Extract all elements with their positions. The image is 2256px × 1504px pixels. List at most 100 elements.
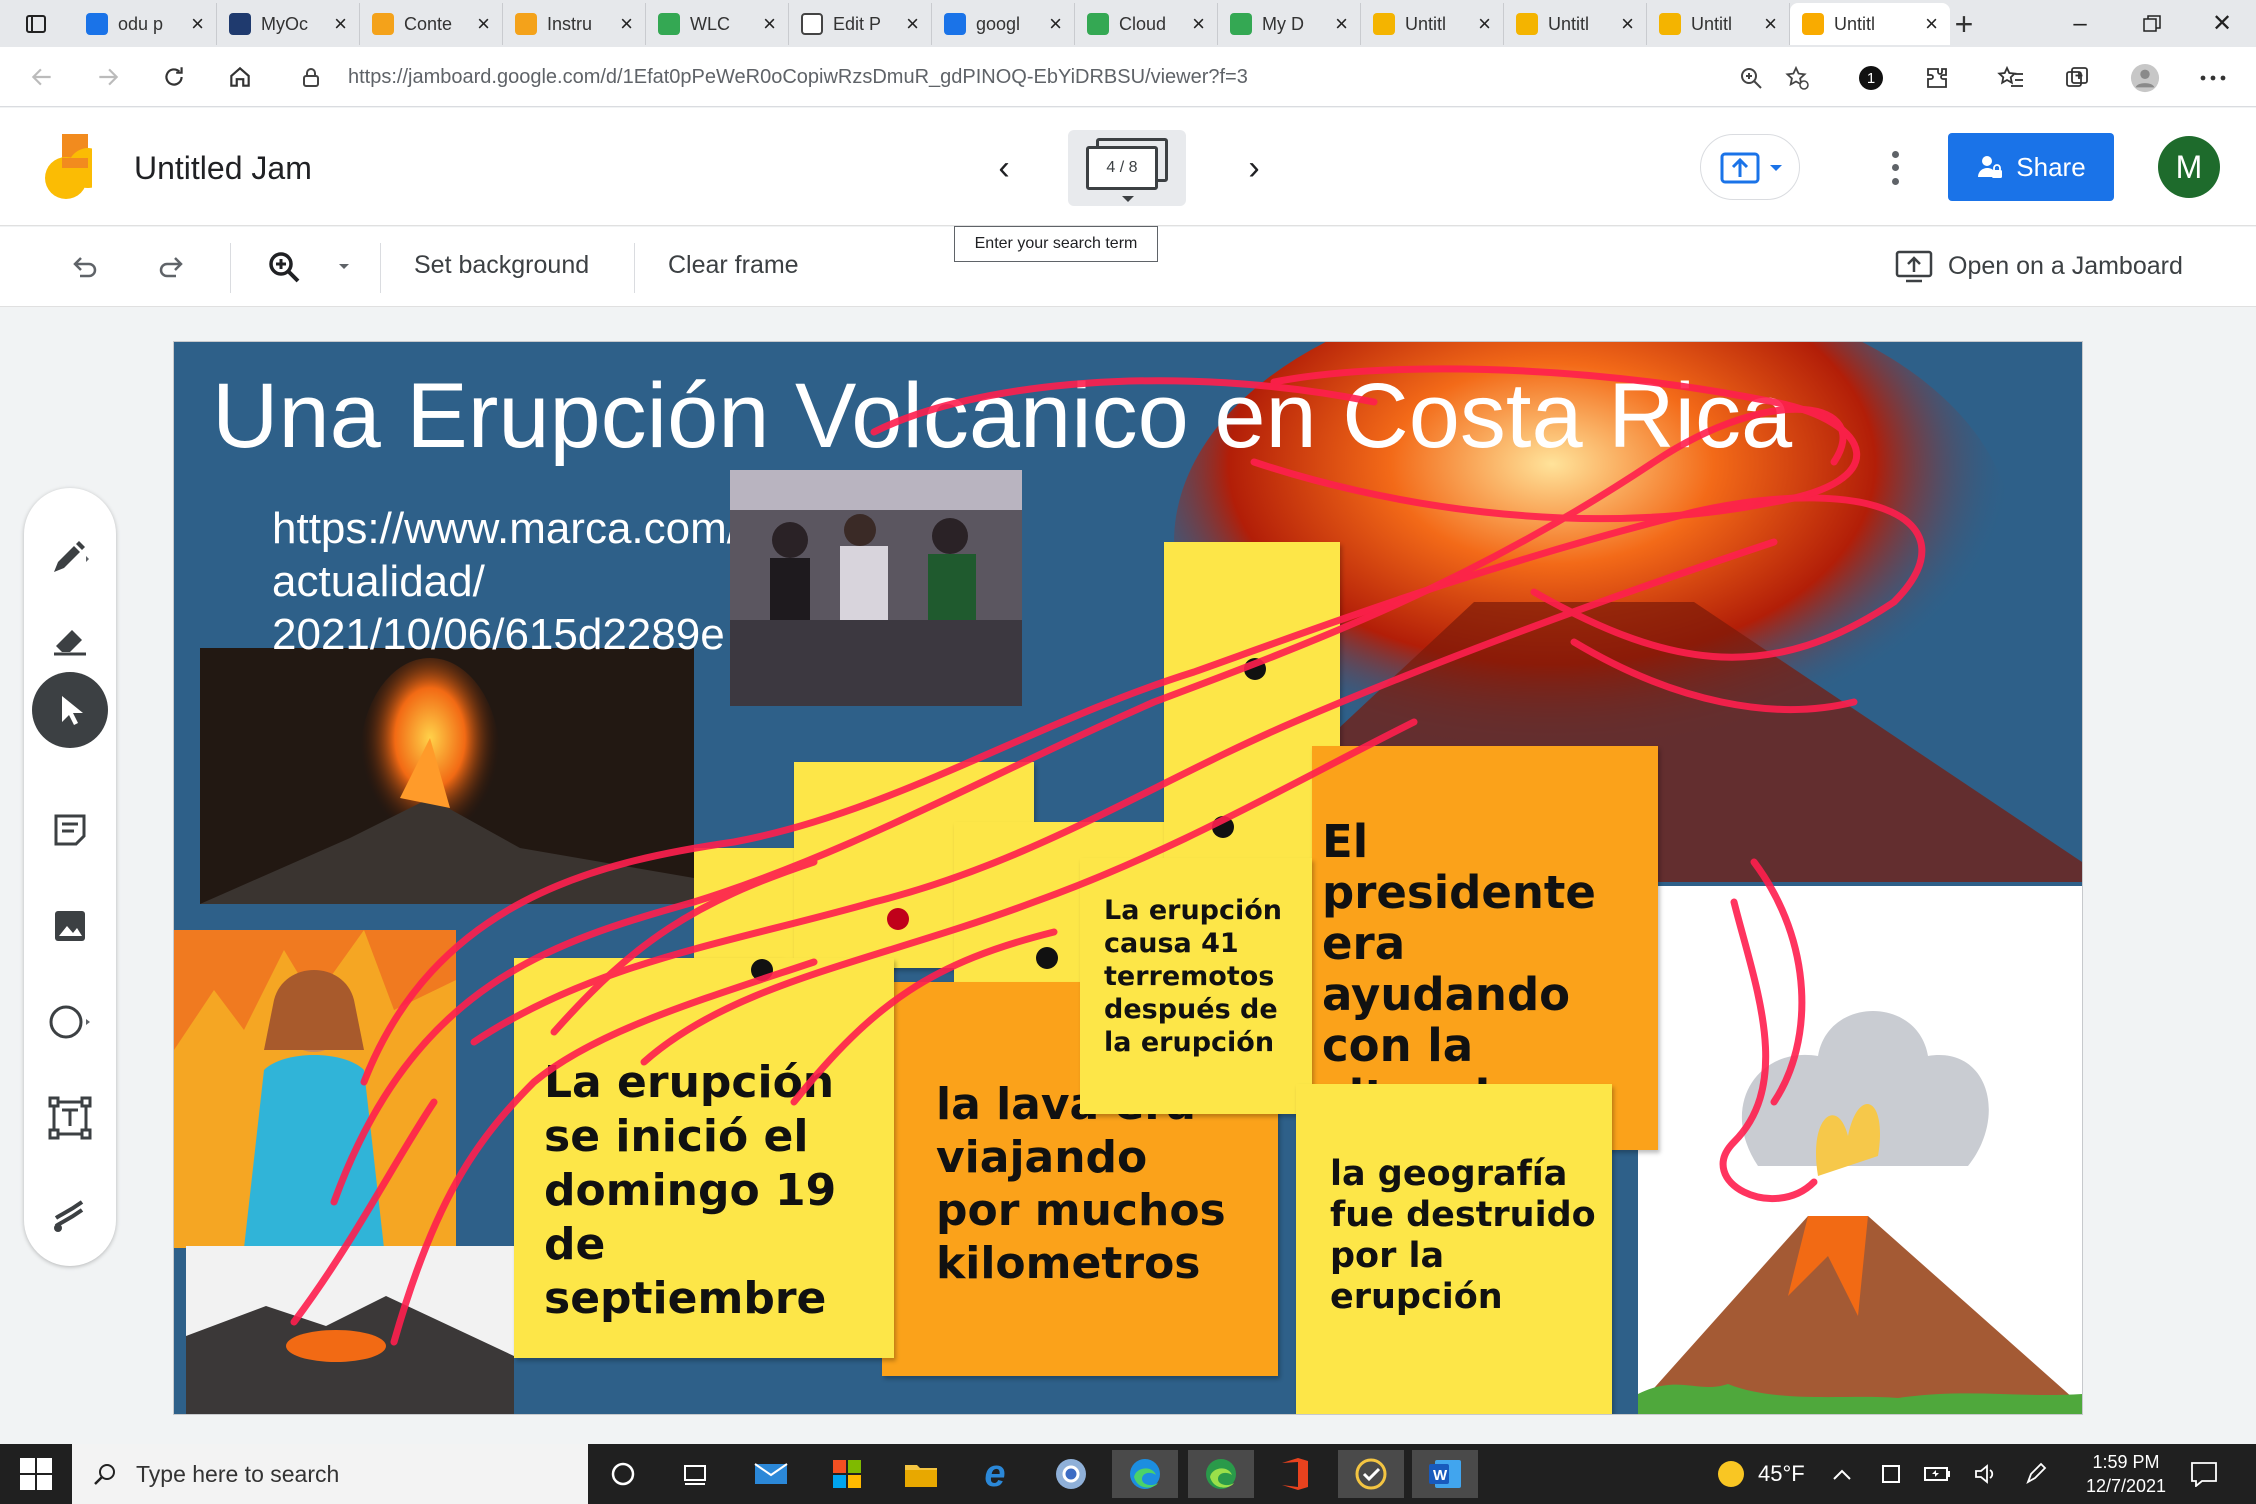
browser-tab[interactable]: odu p × bbox=[74, 3, 217, 45]
laser-tool[interactable] bbox=[46, 1192, 94, 1240]
tab-actions-icon[interactable] bbox=[16, 8, 56, 40]
present-button[interactable] bbox=[1700, 134, 1800, 200]
close-tab-icon[interactable]: × bbox=[1478, 11, 1491, 37]
store-app-icon[interactable] bbox=[814, 1450, 880, 1498]
crowd-photo[interactable] bbox=[730, 470, 1022, 706]
browser-tab[interactable]: MyOc × bbox=[217, 3, 360, 45]
file-explorer-icon[interactable] bbox=[888, 1450, 954, 1498]
volume-icon[interactable] bbox=[1974, 1444, 1998, 1504]
browser-tab[interactable]: Cloud × bbox=[1075, 3, 1218, 45]
undo-button[interactable] bbox=[64, 247, 104, 287]
weather-widget[interactable]: 45°F bbox=[1716, 1444, 1805, 1504]
office-app-icon[interactable] bbox=[1262, 1450, 1328, 1498]
crater-photo[interactable] bbox=[186, 1246, 514, 1414]
favorites-icon[interactable] bbox=[1996, 63, 2026, 93]
taskbar-search[interactable]: Type here to search bbox=[72, 1444, 588, 1504]
clear-frame-button[interactable]: Clear frame bbox=[668, 251, 799, 280]
close-tab-icon[interactable]: × bbox=[1925, 11, 1938, 37]
browser-tab[interactable]: Untitl × bbox=[1504, 3, 1647, 45]
close-tab-icon[interactable]: × bbox=[334, 11, 347, 37]
url-field[interactable]: https://jamboard.google.com/d/1Efat0pPeW… bbox=[282, 55, 1828, 99]
chrome-app-icon[interactable] bbox=[1038, 1450, 1104, 1498]
back-button[interactable] bbox=[22, 57, 62, 97]
frame-url-text[interactable]: https://www.marca.com/ actualidad/ 2021/… bbox=[272, 502, 732, 661]
extensions-icon[interactable] bbox=[1922, 63, 1952, 93]
account-avatar[interactable]: M bbox=[2158, 136, 2220, 198]
cortana-icon[interactable] bbox=[590, 1450, 656, 1498]
meet-now-icon[interactable] bbox=[1880, 1444, 1902, 1504]
image-tool[interactable] bbox=[46, 902, 94, 950]
open-on-jamboard-button[interactable]: Open on a Jamboard bbox=[1894, 245, 2183, 287]
zoom-button[interactable] bbox=[264, 247, 304, 287]
mail-app-icon[interactable] bbox=[738, 1450, 804, 1498]
close-tab-icon[interactable]: × bbox=[1192, 11, 1205, 37]
frame-bar-toggle[interactable]: 4 / 8 bbox=[1068, 130, 1186, 206]
pen-workspace-icon[interactable] bbox=[2024, 1444, 2048, 1504]
new-tab-button[interactable]: + bbox=[1946, 6, 1982, 42]
forward-button[interactable] bbox=[88, 57, 128, 97]
pen-tool[interactable] bbox=[46, 534, 94, 582]
windows-start-icon[interactable] bbox=[18, 1456, 54, 1492]
close-tab-icon[interactable]: × bbox=[1764, 11, 1777, 37]
previous-frame-button[interactable]: ‹ bbox=[984, 148, 1024, 188]
profile-icon[interactable] bbox=[2130, 63, 2160, 93]
add-favorite-icon[interactable] bbox=[1784, 65, 1810, 91]
todo-app-icon[interactable] bbox=[1338, 1450, 1404, 1498]
url-text[interactable]: https://jamboard.google.com/d/1Efat0pPeW… bbox=[348, 66, 1248, 89]
browser-tab[interactable]: googl × bbox=[932, 3, 1075, 45]
close-tab-icon[interactable]: × bbox=[906, 11, 919, 37]
minimize-button[interactable]: – bbox=[2046, 0, 2114, 47]
volcano-photo[interactable] bbox=[200, 648, 694, 904]
close-tab-icon[interactable]: × bbox=[1335, 11, 1348, 37]
close-tab-icon[interactable]: × bbox=[763, 11, 776, 37]
close-tab-icon[interactable]: × bbox=[1621, 11, 1634, 37]
browser-tab[interactable]: Untitl × bbox=[1361, 3, 1504, 45]
show-hidden-icons[interactable] bbox=[1832, 1444, 1852, 1504]
select-tool[interactable] bbox=[32, 672, 108, 748]
restore-button[interactable] bbox=[2118, 0, 2186, 47]
text-box-tool[interactable] bbox=[46, 1094, 94, 1142]
close-tab-icon[interactable]: × bbox=[1049, 11, 1062, 37]
shape-tool[interactable] bbox=[46, 998, 94, 1046]
cartoon-volcano[interactable] bbox=[1638, 886, 2082, 1414]
more-options-icon[interactable] bbox=[2198, 63, 2228, 93]
notifications-icon[interactable] bbox=[2190, 1444, 2218, 1504]
extension-badge-icon[interactable]: 1 bbox=[1856, 63, 1886, 93]
sticky-note-tool[interactable] bbox=[46, 806, 94, 854]
set-background-button[interactable]: Set background bbox=[414, 251, 589, 280]
browser-tab[interactable]: Untitl × bbox=[1647, 3, 1790, 45]
internet-explorer-icon[interactable]: e bbox=[962, 1450, 1028, 1498]
redo-button[interactable] bbox=[152, 247, 192, 287]
close-window-button[interactable]: ✕ bbox=[2188, 0, 2256, 47]
singer-photo[interactable] bbox=[174, 930, 456, 1248]
more-vertical-icon[interactable] bbox=[1880, 148, 1910, 188]
zoom-icon[interactable] bbox=[1738, 65, 1764, 91]
jam-frame[interactable]: la lava era viajando por muchos kilometr… bbox=[174, 342, 2082, 1414]
home-button[interactable] bbox=[220, 57, 260, 97]
close-tab-icon[interactable]: × bbox=[191, 11, 204, 37]
collections-icon[interactable] bbox=[2062, 63, 2092, 93]
battery-icon[interactable] bbox=[1924, 1444, 1952, 1504]
sticky-note-start-date[interactable]: La erupción se inició el domingo 19 de s… bbox=[514, 958, 894, 1358]
browser-tab[interactable]: Conte × bbox=[360, 3, 503, 45]
task-view-icon[interactable] bbox=[662, 1450, 728, 1498]
browser-tab[interactable]: WLC × bbox=[646, 3, 789, 45]
lock-icon[interactable] bbox=[300, 66, 322, 88]
share-button[interactable]: Share bbox=[1948, 133, 2114, 201]
next-frame-button[interactable]: › bbox=[1234, 148, 1274, 188]
edge-app-icon[interactable] bbox=[1112, 1450, 1178, 1498]
jamboard-logo-icon[interactable] bbox=[44, 134, 92, 202]
browser-tab[interactable]: Edit P × bbox=[789, 3, 932, 45]
browser-tab[interactable]: Untitl × bbox=[1790, 3, 1950, 45]
eraser-tool[interactable] bbox=[46, 616, 94, 664]
browser-tab[interactable]: Instru × bbox=[503, 3, 646, 45]
close-tab-icon[interactable]: × bbox=[620, 11, 633, 37]
clock[interactable]: 1:59 PM 12/7/2021 bbox=[2076, 1444, 2176, 1504]
frame-title[interactable]: Una Erupción Volcanico en Costa Rica bbox=[212, 364, 1792, 469]
sticky-note-earthquakes[interactable]: La erupción causa 41 terremotos después … bbox=[1080, 858, 1312, 1114]
word-app-icon[interactable]: W bbox=[1412, 1450, 1478, 1498]
edge-dev-app-icon[interactable] bbox=[1188, 1450, 1254, 1498]
close-tab-icon[interactable]: × bbox=[477, 11, 490, 37]
refresh-button[interactable] bbox=[154, 57, 194, 97]
jam-title[interactable]: Untitled Jam bbox=[134, 150, 312, 187]
